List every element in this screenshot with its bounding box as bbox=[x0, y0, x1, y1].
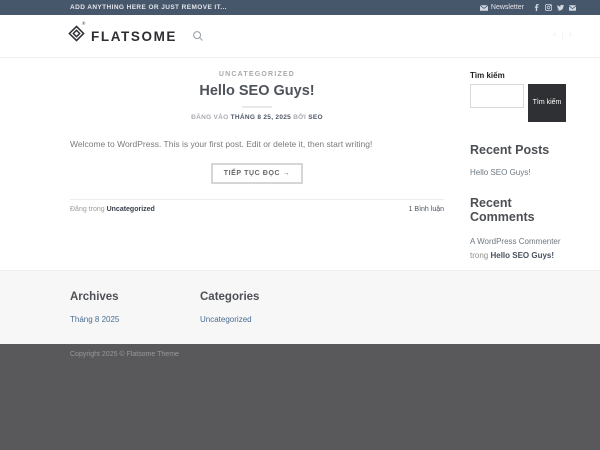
archive-link[interactable]: Tháng 8 2025 bbox=[70, 315, 119, 324]
flatsome-diamond-icon bbox=[68, 25, 85, 47]
recent-comment-item: A WordPress Commenter trong Hello SEO Gu… bbox=[470, 235, 570, 263]
search-widget: Tìm kiếm Tìm kiếm bbox=[470, 71, 570, 122]
posted-in: Đăng trong Uncategorized bbox=[70, 206, 155, 213]
categories-title: Categories bbox=[200, 291, 260, 303]
read-more-button[interactable]: TIẾP TỤC ĐỌC → bbox=[210, 162, 304, 184]
header-nav-arrows: ‹ | › bbox=[553, 29, 572, 40]
content-area: UNCATEGORIZED Hello SEO Guys! ĐĂNG VÀO T… bbox=[0, 58, 600, 270]
chevron-left-icon[interactable]: ‹ bbox=[553, 29, 556, 40]
title-divider bbox=[242, 106, 272, 108]
comment-post-link[interactable]: Hello SEO Guys! bbox=[490, 251, 554, 260]
recent-comments-widget: Recent Comments A WordPress Commenter tr… bbox=[470, 196, 570, 263]
comment-on-word: trong bbox=[470, 251, 489, 260]
registered-mark: ® bbox=[82, 21, 86, 26]
meta-author-link[interactable]: SEO bbox=[308, 114, 323, 121]
newsletter-label: Newsletter bbox=[490, 4, 524, 11]
archives-widget: Archives Tháng 8 2025 bbox=[70, 291, 200, 327]
topbar-right: Newsletter bbox=[479, 4, 576, 11]
post-excerpt: Welcome to WordPress. This is your first… bbox=[70, 139, 373, 149]
chevron-right-icon[interactable]: › bbox=[569, 29, 572, 40]
archives-title: Archives bbox=[70, 291, 119, 303]
posted-in-label: Đăng trong bbox=[70, 205, 105, 213]
post-article: UNCATEGORIZED Hello SEO Guys! ĐĂNG VÀO T… bbox=[70, 71, 444, 263]
facebook-icon[interactable] bbox=[533, 4, 540, 11]
sidebar-search-input[interactable] bbox=[470, 84, 524, 108]
newsletter-link[interactable]: Newsletter bbox=[479, 4, 524, 11]
site-header: ® FLATSOME ‹ | › bbox=[0, 15, 600, 58]
email-icon[interactable] bbox=[569, 4, 576, 11]
search-widget-title: Tìm kiếm bbox=[470, 71, 505, 80]
social-icons bbox=[533, 4, 576, 11]
recent-posts-title: Recent Posts bbox=[470, 143, 550, 157]
sidebar-search-button[interactable]: Tìm kiếm bbox=[528, 84, 566, 122]
post-category-label[interactable]: UNCATEGORIZED bbox=[70, 71, 444, 78]
header-divider: | bbox=[561, 29, 564, 40]
envelope-icon bbox=[479, 4, 488, 11]
top-bar: ADD ANYTHING HERE OR JUST REMOVE IT... N… bbox=[0, 0, 600, 15]
site-logo[interactable]: ® FLATSOME bbox=[68, 21, 178, 47]
footer-widgets: Archives Tháng 8 2025 Categories Uncateg… bbox=[0, 270, 600, 344]
search-icon[interactable] bbox=[192, 30, 204, 42]
twitter-icon[interactable] bbox=[557, 4, 564, 11]
post-category-link[interactable]: Uncategorized bbox=[107, 206, 155, 213]
comments-count-link[interactable]: 1 Bình luận bbox=[409, 206, 444, 213]
copyright-text: Copyright 2025 © Flatsome Theme bbox=[70, 351, 179, 358]
meta-by-label: BỞI bbox=[293, 114, 307, 121]
post-title[interactable]: Hello SEO Guys! bbox=[70, 83, 444, 99]
sidebar: Tìm kiếm Tìm kiếm Recent Posts Hello SEO… bbox=[470, 71, 570, 263]
logo-text: FLATSOME bbox=[91, 28, 178, 44]
categories-widget: Categories Uncategorized bbox=[200, 291, 259, 327]
recent-comments-title: Recent Comments bbox=[470, 196, 535, 224]
recent-posts-widget: Recent Posts Hello SEO Guys! bbox=[470, 143, 570, 180]
category-footer-link[interactable]: Uncategorized bbox=[200, 315, 252, 324]
recent-post-link[interactable]: Hello SEO Guys! bbox=[470, 168, 530, 177]
absolute-footer: Copyright 2025 © Flatsome Theme bbox=[0, 344, 600, 450]
post-footer-meta: Đăng trong Uncategorized 1 Bình luận bbox=[70, 198, 444, 213]
meta-date-link[interactable]: THÁNG 8 25, 2025 bbox=[231, 114, 291, 121]
instagram-icon[interactable] bbox=[545, 4, 552, 11]
meta-posted-label: ĐĂNG VÀO bbox=[191, 114, 229, 121]
comment-author-link[interactable]: A WordPress Commenter bbox=[470, 237, 561, 246]
topbar-message: ADD ANYTHING HERE OR JUST REMOVE IT... bbox=[70, 4, 227, 11]
post-meta: ĐĂNG VÀO THÁNG 8 25, 2025 BỞI SEO bbox=[70, 114, 444, 121]
